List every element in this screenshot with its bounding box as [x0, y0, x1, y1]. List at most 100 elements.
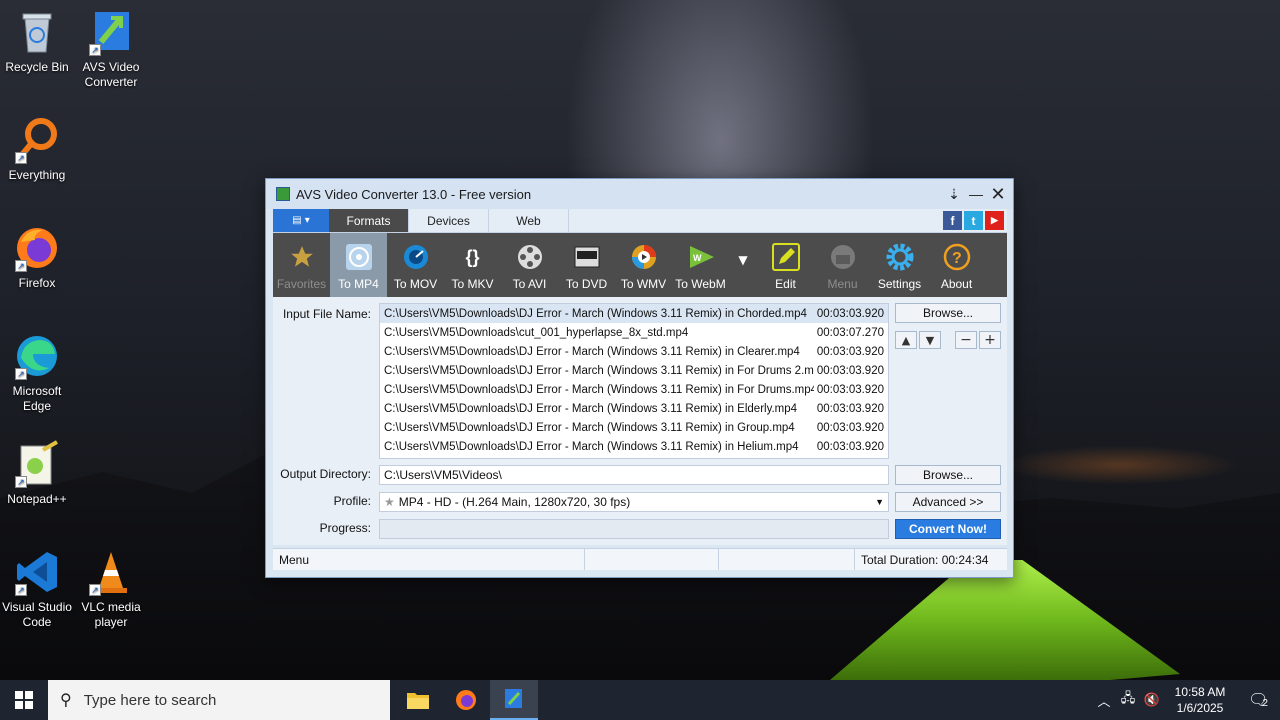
- toolbar-to-wmv[interactable]: To WMV: [615, 233, 672, 297]
- input-file-list[interactable]: C:\Users\VM5\Downloads\DJ Error - March …: [379, 303, 889, 459]
- svg-text:W: W: [693, 253, 702, 263]
- status-cell-empty: [719, 549, 855, 570]
- start-button[interactable]: [0, 680, 48, 720]
- tab-bar: ▤ ▾ Formats Devices Web f t ▶: [273, 209, 1007, 233]
- toolbar-to-mkv[interactable]: {} To MKV: [444, 233, 501, 297]
- format-toolbar: Favorites To MP4 To MOV {} To MKV To AVI…: [273, 233, 1007, 297]
- converter-panel: Input File Name: C:\Users\VM5\Downloads\…: [273, 297, 1007, 545]
- tab-web[interactable]: Web: [489, 209, 569, 232]
- chevron-up-icon[interactable]: ︿: [1092, 691, 1116, 710]
- desktop-icon-notepadpp[interactable]: ↗ Notepad++: [0, 440, 74, 507]
- vlc-cone-icon: ↗: [87, 548, 135, 596]
- file-row[interactable]: C:\Users\VM5\Downloads\DJ Error - March …: [380, 437, 888, 456]
- svg-text:?: ?: [952, 250, 962, 267]
- firefox-icon: ↗: [13, 224, 61, 272]
- window-title: AVS Video Converter 13.0 - Free version: [296, 186, 532, 202]
- taskbar-clock[interactable]: 10:58 AM 1/6/2025: [1164, 684, 1236, 716]
- toolbar-edit[interactable]: Edit: [757, 233, 814, 297]
- add-file-button[interactable]: +: [979, 331, 1001, 349]
- desktop-icon-vlc[interactable]: ↗ VLC media player: [74, 548, 148, 630]
- taskbar-avs-video-converter[interactable]: [490, 680, 538, 720]
- desktop-icon-microsoft-edge[interactable]: ↗ Microsoft Edge: [0, 332, 74, 414]
- tab-formats[interactable]: Formats: [329, 209, 409, 232]
- taskbar: ⚲ Type here to search ︿ 🖧 🔇 10:58 AM 1/6…: [0, 680, 1280, 720]
- file-row[interactable]: C:\Users\VM5\Downloads\DJ Error - March …: [380, 304, 888, 323]
- twitter-icon[interactable]: t: [964, 211, 983, 230]
- desktop-icon-recycle-bin[interactable]: Recycle Bin: [0, 8, 74, 75]
- edit-pencil-icon: [770, 241, 802, 273]
- desktop-icon-avs-video-converter[interactable]: ↗ AVS Video Converter: [74, 8, 148, 90]
- wallpaper-glow: [1000, 445, 1240, 485]
- file-row[interactable]: C:\Users\VM5\Downloads\DJ Error - March …: [380, 399, 888, 418]
- clock-date: 1/6/2025: [1176, 701, 1224, 715]
- file-row[interactable]: C:\Users\VM5\Downloads\DJ Error - March …: [380, 418, 888, 437]
- toolbar-about[interactable]: ? About: [928, 233, 985, 297]
- progress-label: Progress:: [319, 521, 371, 535]
- desktop-icon-vscode[interactable]: ↗ Visual Studio Code: [0, 548, 74, 630]
- toolbar-favorites[interactable]: Favorites: [273, 233, 330, 297]
- total-duration: Total Duration: 00:24:34: [861, 552, 989, 567]
- taskbar-file-explorer[interactable]: [394, 680, 442, 720]
- clock-time: 10:58 AM: [1174, 685, 1226, 699]
- taskbar-firefox[interactable]: [442, 680, 490, 720]
- film-reel-icon: [514, 241, 546, 273]
- avs-video-converter-icon: ↗: [87, 8, 135, 56]
- advanced-button[interactable]: Advanced >>: [895, 492, 1001, 512]
- profile-label: Profile:: [333, 494, 371, 508]
- file-row[interactable]: C:\Users\VM5\Downloads\cut_001_hyperlaps…: [380, 323, 888, 342]
- star-icon: ★: [384, 495, 395, 509]
- tab-devices[interactable]: Devices: [409, 209, 489, 232]
- shortcut-arrow-icon: ↗: [89, 584, 101, 596]
- mov-icon: [400, 241, 432, 273]
- move-down-button[interactable]: ▼: [919, 331, 941, 349]
- browse-output-button[interactable]: Browse...: [895, 465, 1001, 485]
- convert-now-button[interactable]: Convert Now!: [895, 519, 1001, 539]
- status-bar: Menu Total Duration: 00:24:34: [273, 548, 1007, 570]
- desktop-icon-everything[interactable]: ↗ Everything: [0, 116, 74, 183]
- toolbar-to-webm[interactable]: W To WebM: [672, 233, 729, 297]
- desktop-icon-label: Firefox: [18, 276, 56, 290]
- file-row[interactable]: C:\Users\VM5\Downloads\DJ Error - March …: [380, 342, 888, 361]
- pin-icon[interactable]: ⇣: [943, 183, 965, 205]
- arrow-down-icon: ▼: [925, 333, 935, 347]
- toolbar-to-dvd[interactable]: To DVD: [558, 233, 615, 297]
- desktop-icon-label: Visual Studio Code: [2, 600, 72, 629]
- plus-icon: +: [984, 332, 996, 348]
- recycle-bin-icon: [13, 8, 61, 56]
- toolbar-menu[interactable]: Menu: [814, 233, 871, 297]
- profile-value: MP4 - HD - (H.264 Main, 1280x720, 30 fps…: [398, 495, 631, 509]
- profile-select[interactable]: ★ MP4 - HD - (H.264 Main, 1280x720, 30 f…: [379, 492, 889, 512]
- menu-list-icon: ▤ ▾: [292, 215, 310, 226]
- title-bar[interactable]: AVS Video Converter 13.0 - Free version …: [266, 179, 1013, 209]
- desktop-icon-label: VLC media player: [81, 600, 141, 629]
- desktop-icon-label: Microsoft Edge: [12, 384, 62, 413]
- file-row[interactable]: C:\Users\VM5\Downloads\DJ Error - March …: [380, 380, 888, 399]
- folder-icon: [407, 693, 429, 709]
- youtube-icon[interactable]: ▶: [985, 211, 1004, 230]
- facebook-icon[interactable]: f: [943, 211, 962, 230]
- toolbar-settings[interactable]: Settings: [871, 233, 928, 297]
- desktop-icon-firefox[interactable]: ↗ Firefox: [0, 224, 74, 291]
- taskbar-search-box[interactable]: ⚲ Type here to search: [48, 680, 390, 720]
- mkv-braces-icon: {}: [465, 246, 480, 267]
- browse-input-button[interactable]: Browse...: [895, 303, 1001, 323]
- edge-icon: ↗: [13, 332, 61, 380]
- network-icon[interactable]: 🖧: [1116, 689, 1140, 711]
- main-menu-button[interactable]: ▤ ▾: [273, 209, 329, 232]
- output-directory-input[interactable]: C:\Users\VM5\Videos\: [379, 465, 889, 485]
- toolbar-to-mov[interactable]: To MOV: [387, 233, 444, 297]
- file-row[interactable]: C:\Users\VM5\Downloads\DJ Error - March …: [380, 361, 888, 380]
- toolbar-to-mp4[interactable]: To MP4: [330, 233, 387, 297]
- minimize-button[interactable]: —: [965, 183, 987, 205]
- shortcut-arrow-icon: ↗: [15, 476, 27, 488]
- toolbar-to-avi[interactable]: To AVI: [501, 233, 558, 297]
- notification-center-button[interactable]: 🗨 2: [1236, 690, 1280, 710]
- firefox-icon: [456, 690, 476, 710]
- shortcut-arrow-icon: ↗: [15, 152, 27, 164]
- more-formats-dropdown[interactable]: ▼: [729, 233, 757, 267]
- close-button[interactable]: ✕: [987, 183, 1009, 205]
- remove-file-button[interactable]: −: [955, 331, 977, 349]
- move-up-button[interactable]: ▲: [895, 331, 917, 349]
- volume-muted-icon[interactable]: 🔇: [1140, 692, 1164, 708]
- everything-search-icon: ↗: [13, 116, 61, 164]
